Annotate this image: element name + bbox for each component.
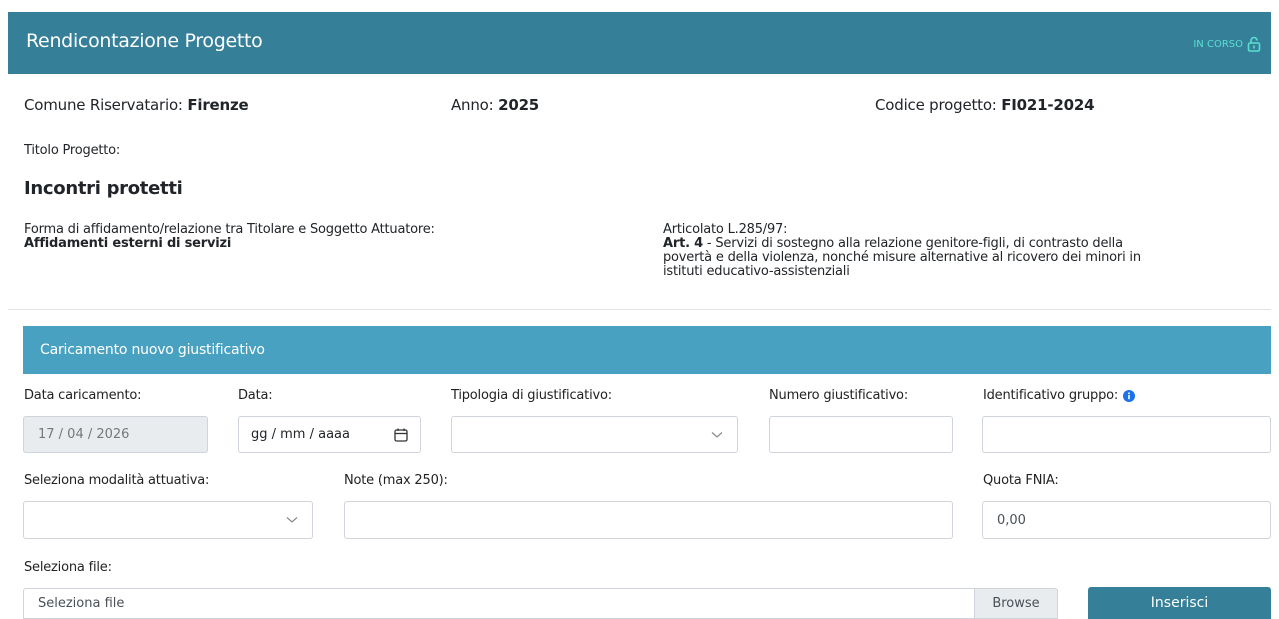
page-header: Rendicontazione Progetto IN CORSO: [8, 12, 1271, 74]
data-date-input[interactable]: gg / mm / aaaa: [238, 416, 421, 453]
forma-value: Affidamenti esterni di servizi: [24, 236, 232, 251]
tipologia-label: Tipologia di giustificativo:: [451, 388, 612, 403]
quota-input[interactable]: 0,00: [982, 501, 1271, 539]
section-title: Caricamento nuovo giustificativo: [40, 342, 265, 358]
numero-input[interactable]: [769, 416, 953, 453]
unlock-icon: [1247, 36, 1261, 52]
note-label: Note (max 250):: [344, 473, 448, 488]
articolo-desc-2: povertà e della violenza, nonché misure …: [663, 250, 1141, 265]
forma-info: Forma di affidamento/relazione tra Titol…: [24, 223, 435, 251]
articolato-label: Articolato L.285/97:: [663, 222, 788, 237]
chevron-down-icon: [711, 432, 723, 438]
status-text: IN CORSO: [1193, 38, 1243, 50]
data-placeholder: gg / mm / aaaa: [251, 427, 350, 442]
anno-value: 2025: [498, 96, 540, 114]
codice-info: Codice progetto: FI021-2024: [875, 96, 1095, 114]
articolo-value: Art. 4: [663, 236, 703, 251]
page-title: Rendicontazione Progetto: [26, 30, 263, 52]
identificativo-label-wrap: Identificativo gruppo:: [983, 388, 1136, 403]
section-header: Caricamento nuovo giustificativo: [23, 326, 1271, 374]
data-caricamento-label: Data caricamento:: [24, 388, 142, 403]
calendar-icon[interactable]: [394, 428, 408, 442]
note-input[interactable]: [344, 501, 953, 539]
comune-value: Firenze: [187, 96, 249, 114]
data-caricamento-input: 17 / 04 / 2026: [23, 416, 208, 453]
chevron-down-icon: [286, 517, 298, 523]
tipologia-select[interactable]: [451, 416, 738, 453]
data-label: Data:: [238, 388, 273, 403]
quota-label: Quota FNIA:: [983, 473, 1059, 488]
comune-label: Comune Riservatario:: [24, 96, 183, 114]
modalita-select[interactable]: [23, 501, 313, 539]
articolo-desc-1: - Servizi di sostegno alla relazione gen…: [703, 236, 1123, 251]
identificativo-label: Identificativo gruppo:: [983, 388, 1119, 403]
anno-label: Anno:: [451, 96, 494, 114]
status-badge: IN CORSO: [1193, 36, 1261, 52]
identificativo-input[interactable]: [982, 416, 1271, 453]
codice-label: Codice progetto:: [875, 96, 997, 114]
comune-info: Comune Riservatario: Firenze: [24, 96, 249, 114]
modalita-label: Seleziona modalità attuativa:: [24, 473, 210, 488]
divider: [8, 309, 1271, 310]
articolo-desc-3: istituti educativo-assistenziali: [663, 264, 850, 279]
data-caricamento-value: 17 / 04 / 2026: [38, 427, 130, 442]
codice-value: FI021-2024: [1001, 96, 1095, 114]
file-label: Seleziona file:: [24, 560, 112, 575]
articolato-info: Articolato L.285/97: Art. 4 - Servizi di…: [663, 223, 1263, 279]
file-input[interactable]: Seleziona file: [23, 588, 975, 619]
numero-label: Numero giustificativo:: [769, 388, 908, 403]
file-placeholder: Seleziona file: [38, 596, 125, 611]
browse-button[interactable]: Browse: [974, 588, 1058, 619]
titolo-value: Incontri protetti: [24, 178, 183, 199]
quota-value: 0,00: [997, 512, 1026, 528]
forma-label: Forma di affidamento/relazione tra Titol…: [24, 222, 435, 237]
info-icon[interactable]: [1123, 389, 1136, 402]
anno-info: Anno: 2025: [451, 96, 539, 114]
insert-button[interactable]: Inserisci: [1088, 587, 1271, 619]
titolo-label: Titolo Progetto:: [24, 143, 121, 158]
